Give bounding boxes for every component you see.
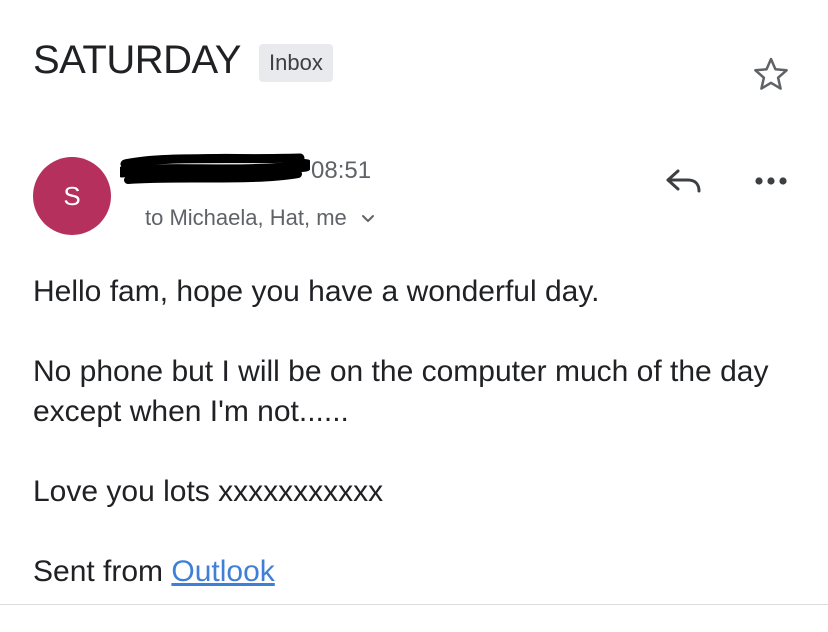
recipients-toggle[interactable]: to Michaela, Hat, me	[145, 204, 375, 232]
signature-prefix: Sent from	[33, 555, 172, 588]
message-time: 08:51	[311, 157, 372, 184]
email-subject: SATURDAY	[33, 38, 241, 82]
body-line-greeting: Hello fam, hope you have a wonderful day…	[33, 275, 600, 308]
outlook-link[interactable]: Outlook	[171, 555, 274, 588]
reply-icon[interactable]	[664, 166, 704, 196]
bottom-divider	[0, 604, 828, 605]
inbox-label-chip[interactable]: Inbox	[259, 44, 333, 82]
body-line-availability: No phone but I will be on the computer m…	[33, 355, 769, 428]
message-body: Hello fam, hope you have a wonderful day…	[33, 272, 803, 632]
star-icon[interactable]	[752, 56, 790, 92]
signature: Sent from Outlook	[33, 552, 803, 592]
more-options-icon[interactable]	[752, 170, 790, 192]
body-line-closing: Love you lots xxxxxxxxxxx	[33, 475, 384, 508]
sender-avatar[interactable]: S	[33, 157, 111, 235]
chevron-down-icon	[361, 215, 374, 223]
recipients-text: to Michaela, Hat, me	[145, 205, 347, 230]
redacted-sender-name	[120, 153, 310, 184]
